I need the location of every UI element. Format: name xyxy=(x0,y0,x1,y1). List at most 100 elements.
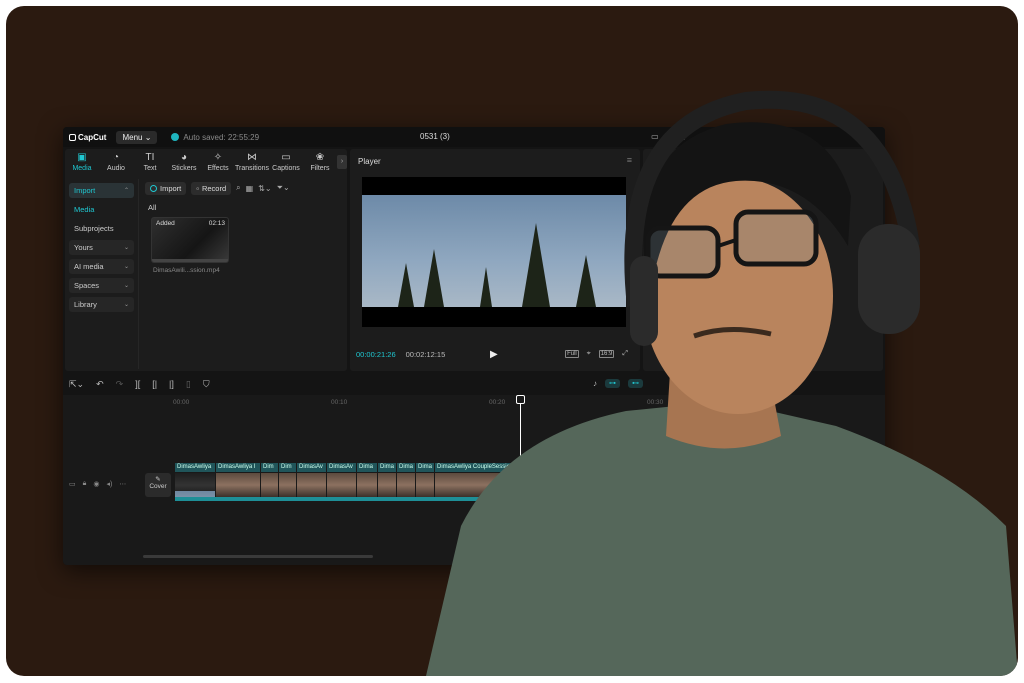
sidebar-item-label: Media xyxy=(74,205,95,214)
clip-label[interactable]: Dima xyxy=(357,463,377,472)
clip-label[interactable]: DimasAwliya xyxy=(175,463,215,472)
import-button[interactable]: Import xyxy=(145,181,187,195)
focus-icon[interactable]: ⌖ xyxy=(587,350,591,358)
horizontal-scrollbar[interactable] xyxy=(143,555,373,558)
split-right-icon[interactable]: |] xyxy=(169,379,174,389)
sidebar-item-subprojects[interactable]: Subprojects xyxy=(69,221,134,236)
ruler-tick: 00:20 xyxy=(489,399,506,406)
clip-label[interactable]: Dima xyxy=(397,463,415,472)
chevron-down-icon: ⌄ xyxy=(123,245,129,251)
clip-frame xyxy=(357,473,377,497)
clip-label[interactable]: Dima xyxy=(416,463,434,472)
microphone-icon[interactable]: ♪ xyxy=(593,379,597,388)
track-header: ▭ 🔒︎ ◉ ◂) ⋯ xyxy=(65,477,139,491)
tab-filters[interactable]: ❀ Filters xyxy=(303,149,337,175)
delete-icon[interactable]: ▯ xyxy=(186,379,191,390)
sort-icon[interactable]: ⇅⌄ xyxy=(258,184,271,193)
video-preview[interactable] xyxy=(362,177,626,327)
lock-icon[interactable]: 🔒︎ xyxy=(83,480,87,488)
captions-icon: ▭ xyxy=(281,151,291,163)
record-button-label: Record xyxy=(201,183,227,193)
player-title: Player xyxy=(358,157,381,166)
sidebar-item-library[interactable]: Library ⌄ xyxy=(69,297,134,312)
fullscreen-icon[interactable]: ⤢ xyxy=(622,350,628,358)
clip-frame xyxy=(397,473,415,497)
sidebar-item-label: Subprojects xyxy=(74,224,114,233)
tab-stickers[interactable]: ◕ Stickers xyxy=(167,149,201,175)
chevron-down-icon[interactable]: ⌄ xyxy=(665,132,672,141)
ruler-tick: 00:10 xyxy=(331,399,348,406)
clip-label[interactable]: DimasAwliya CoupleSession.mp xyxy=(435,463,533,472)
sidebar-item-label: AI media xyxy=(74,262,104,271)
tree-shape xyxy=(424,249,444,307)
tab-captions[interactable]: ▭ Captions xyxy=(269,149,303,175)
clip-label[interactable]: Dim xyxy=(575,463,605,472)
clip-label[interactable]: Dima xyxy=(378,463,396,472)
full-quality-button[interactable]: Full xyxy=(565,350,579,358)
playhead-handle[interactable] xyxy=(516,395,525,404)
tab-label: Text xyxy=(143,164,157,172)
sidebar-item-label: Yours xyxy=(74,243,93,252)
sidebar-item-ai-media[interactable]: AI media ⌄ xyxy=(69,259,134,274)
sidebar-item-yours[interactable]: Yours ⌄ xyxy=(69,240,134,255)
sidebar-item-spaces[interactable]: Spaces ⌄ xyxy=(69,278,134,293)
video-track[interactable] xyxy=(175,473,605,497)
redo-icon[interactable]: ↷ xyxy=(116,379,124,390)
clip-label[interactable]: DimasAv xyxy=(327,463,356,472)
clip-label[interactable]: Dim xyxy=(279,463,296,472)
playhead[interactable] xyxy=(520,395,521,535)
media-clip-thumbnail[interactable]: Added 02:13 xyxy=(151,217,229,263)
camera-icon: ▫ xyxy=(196,183,199,193)
media-sidebar: Import ⌃ Media Subprojects Yours ⌄ AI me… xyxy=(65,179,139,369)
track-icon[interactable]: ▭ xyxy=(69,480,76,488)
layout-controls: ▭ ⌄ ▤ xyxy=(651,132,685,141)
filter-icon[interactable]: ⏷⌄ xyxy=(277,183,290,193)
tab-text[interactable]: TI Text xyxy=(133,149,167,175)
timeline[interactable]: 00:00 00:10 00:20 00:30 ▭ 🔒︎ ◉ ◂) ⋯ ✎ Co… xyxy=(63,395,885,565)
record-button[interactable]: ▫ Record xyxy=(191,181,232,195)
search-icon[interactable]: ⌕ xyxy=(236,183,240,193)
menu-button[interactable]: Menu ⌄ xyxy=(116,130,158,144)
grid-view-icon[interactable]: ▦ xyxy=(246,184,254,193)
clip-label[interactable]: DimasAwliya I xyxy=(216,463,260,472)
eye-icon[interactable]: ◉ xyxy=(93,480,99,488)
text-icon: TI xyxy=(145,151,155,163)
sidebar-item-label: Spaces xyxy=(74,281,100,290)
tab-audio[interactable]: ◔ Audio xyxy=(99,149,133,175)
play-icon[interactable]: ▶ xyxy=(490,349,498,360)
chevron-down-icon: ⌄ xyxy=(144,132,152,142)
tab-transitions[interactable]: ⋈ Transitions xyxy=(235,149,269,175)
shortcut-icon[interactable]: ▤ xyxy=(677,132,685,141)
split-left-icon[interactable]: [| xyxy=(152,379,157,389)
layout-icon[interactable]: ▭ xyxy=(651,132,659,141)
tab-media[interactable]: ▣ Media xyxy=(65,149,99,175)
app-logo: CapCut xyxy=(69,133,106,142)
audio-waveform-strip[interactable] xyxy=(175,497,605,501)
main-track-magnet-toggle[interactable]: ⊶ xyxy=(605,379,620,388)
select-tool-icon[interactable]: ⇱⌄ xyxy=(69,379,84,390)
clip-label[interactable]: DimasAv xyxy=(297,463,326,472)
sidebar-item-import[interactable]: Import ⌃ xyxy=(69,183,134,198)
filter-all[interactable]: All xyxy=(148,203,345,212)
more-icon[interactable]: ⋯ xyxy=(119,480,126,488)
tab-effects[interactable]: ✧ Effects xyxy=(201,149,235,175)
clip-frame xyxy=(435,473,503,497)
clip-label[interactable]: DimasAwliya xyxy=(534,463,574,472)
hamburger-icon[interactable]: ≡ xyxy=(627,155,632,165)
cover-button[interactable]: ✎ Cover xyxy=(145,473,171,497)
undo-icon[interactable]: ↶ xyxy=(96,379,104,390)
chevron-down-icon: ⌄ xyxy=(123,302,129,308)
tab-label: Transitions xyxy=(235,164,269,172)
sidebar-item-media[interactable]: Media xyxy=(69,202,134,217)
split-icon[interactable]: ][ xyxy=(135,379,140,389)
speaker-icon[interactable]: ◂) xyxy=(106,480,112,488)
player-controls: 00:00:21:26 00:02:12:15 ▶ Full ⌖ 16:9 ⤢ xyxy=(356,347,634,361)
clip-label[interactable]: Dim xyxy=(261,463,278,472)
ratio-button[interactable]: 16:9 xyxy=(598,350,615,358)
more-tabs-button[interactable]: › xyxy=(337,155,347,169)
shield-icon[interactable]: ⛉ xyxy=(203,379,210,390)
clip-frame xyxy=(378,473,396,497)
current-time: 00:00:21:26 xyxy=(356,349,396,359)
tab-label: Media xyxy=(72,164,92,172)
auto-snap-toggle[interactable]: ⊷ xyxy=(628,379,643,388)
